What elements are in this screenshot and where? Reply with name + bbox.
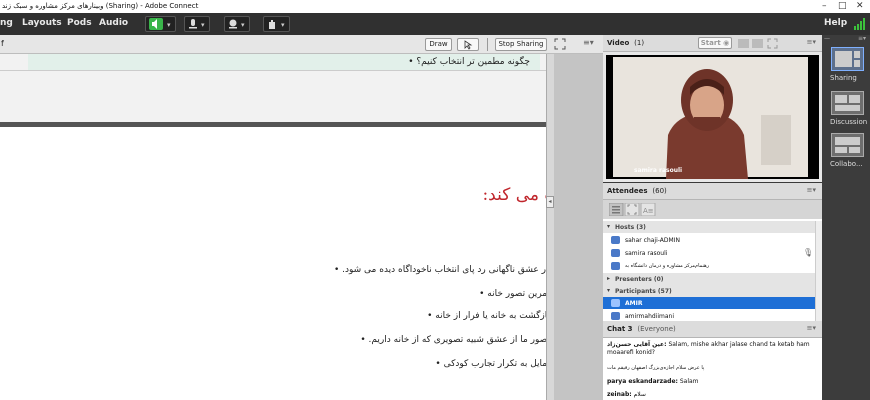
- menu-pods[interactable]: Pods: [67, 18, 92, 28]
- chat-message: parya eskandarzade: Salam: [607, 378, 699, 385]
- attendees-options-icon[interactable]: ≡▾: [807, 186, 816, 194]
- webcam-control[interactable]: ▾: [224, 16, 250, 32]
- menu-bar: ng Layouts Pods Audio ▾ ▾ ▾ ▾ Help: [0, 13, 870, 35]
- participant-icon: [611, 312, 620, 320]
- microphone-active-icon: 🎙: [803, 248, 814, 257]
- cursor-icon: [464, 40, 473, 50]
- hand-icon: ▾: [269, 20, 285, 29]
- attendees-pod-header: Attendees (60) ≡▾: [603, 183, 822, 200]
- scroll-arrow-icon[interactable]: ◂: [546, 196, 554, 208]
- attendee-view-icons[interactable]: A≡: [609, 203, 657, 216]
- video-pod-header: Video (1) Start ◉ ≡▾: [603, 35, 822, 52]
- share-gutter: [548, 54, 603, 400]
- maximize-button[interactable]: □: [838, 0, 847, 13]
- stop-sharing-button[interactable]: Stop Sharing: [495, 38, 547, 51]
- menu-meeting[interactable]: ng: [0, 18, 13, 28]
- layout-sharing[interactable]: [831, 47, 864, 71]
- slide-bullet-4: تصور ما از عشق شبیه تصویری که از خانه دا…: [360, 335, 550, 345]
- chat-message: پا عرض سلام اجازه‌ی‌بزرگ اصفهان رفیقم ما…: [607, 365, 705, 371]
- attendee-row-selected[interactable]: AMIR: [603, 297, 819, 309]
- video-pod-options-icon[interactable]: ≡▾: [807, 38, 816, 46]
- pod-options-icon[interactable]: ≡▾: [583, 38, 594, 47]
- toolbar-divider: [487, 38, 488, 51]
- hosts-group[interactable]: ▾ Hosts (3): [603, 221, 819, 233]
- menu-help[interactable]: Help: [824, 18, 847, 28]
- attendees-scrollbar[interactable]: [815, 221, 822, 321]
- video-pod-title: Video: [607, 39, 630, 47]
- share-pod-toolbar: f Draw Stop Sharing ≡▾: [0, 35, 603, 54]
- speaker-icon: ▾: [149, 18, 171, 30]
- microphone-icon: ▾: [189, 19, 205, 29]
- close-button[interactable]: ✕: [856, 0, 864, 13]
- previous-slide-bullet: چگونه مطمین تر انتخاب کنیم؟ •: [408, 57, 530, 67]
- attendee-row[interactable]: samira rasouli 🎙: [603, 247, 819, 259]
- presenter-name-label: samira rasouli: [634, 167, 683, 174]
- chat-pod-header: Chat 3 (Everyone) ≡▾: [603, 321, 822, 338]
- sharing-layout-icon: [835, 51, 860, 67]
- slide-bullet-5: تمایل به تکرار تجارب کودکی •: [435, 359, 550, 369]
- slide-bullet-2: تمرین تصور خانه •: [479, 289, 550, 299]
- video-layout-icons[interactable]: [738, 38, 778, 49]
- window-title: وبینارهای مرکز مشاوره و سبک زند (Sharing…: [2, 2, 199, 10]
- video-count: (1): [634, 39, 645, 47]
- svg-text:▾: ▾: [281, 21, 285, 29]
- share-pod-title-fragment: f: [1, 39, 4, 48]
- webcam-icon: ▾: [229, 19, 245, 29]
- layouts-bar-options-icon[interactable]: ≡▾: [858, 35, 866, 42]
- draw-button[interactable]: Draw: [425, 38, 452, 51]
- layout-collaboration-label: Collabo...: [830, 160, 863, 168]
- minimize-button[interactable]: –: [822, 0, 827, 13]
- participants-group[interactable]: ▾ Participants (57): [603, 285, 819, 297]
- layouts-bar-collapse-icon[interactable]: —: [824, 35, 830, 42]
- previous-slide-separator: [0, 70, 548, 71]
- chat-options-icon[interactable]: ≡▾: [807, 324, 816, 332]
- discussion-layout-icon: [835, 95, 860, 111]
- signal-strength-icon: [854, 18, 865, 30]
- attendee-row[interactable]: رهنمام‌مرکز مشاوره و درمان دانشگاه به: [603, 260, 819, 272]
- menu-audio[interactable]: Audio: [99, 18, 128, 28]
- participant-icon: [611, 299, 620, 307]
- start-video-button[interactable]: Start ◉: [698, 37, 732, 49]
- speaker-control[interactable]: ▾: [145, 16, 176, 32]
- presenters-group[interactable]: ▸ Presenters (0): [603, 273, 819, 285]
- host-icon: [611, 249, 620, 257]
- chat-message: عین آقایی حسن‌زاد: Salam, mishe akhar ja…: [607, 341, 810, 356]
- slide-bullet-3: بازگشت به خانه یا فرار از خانه •: [427, 311, 550, 321]
- layout-discussion-label: Discussion: [830, 118, 868, 126]
- svg-text:▾: ▾: [201, 21, 205, 29]
- layout-sharing-label: Sharing: [830, 74, 857, 82]
- pointer-button[interactable]: [457, 38, 479, 51]
- chat-message: zeinab: سلام: [607, 391, 646, 398]
- attendees-toolbar: A≡: [603, 200, 822, 219]
- layouts-bar: — ≡▾: [822, 35, 870, 400]
- microphone-control[interactable]: ▾: [184, 16, 210, 32]
- collaboration-layout-icon: [835, 137, 860, 153]
- attendees-title: Attendees: [607, 187, 648, 195]
- host-icon: [611, 236, 620, 244]
- presenter-video-image: [606, 55, 819, 179]
- raise-hand-control[interactable]: ▾: [263, 16, 290, 32]
- window-titlebar: وبینارهای مرکز مشاوره و سبک زند (Sharing…: [0, 0, 870, 13]
- svg-text:A≡: A≡: [643, 207, 654, 215]
- menu-layouts[interactable]: Layouts: [22, 18, 62, 28]
- attendee-row[interactable]: sahar chaji-ADMIN: [603, 234, 819, 246]
- webcam-feed: samira rasouli: [606, 55, 819, 179]
- chat-audience: (Everyone): [637, 325, 676, 333]
- layout-collaboration[interactable]: [831, 133, 864, 157]
- fullscreen-icon[interactable]: [554, 38, 566, 50]
- share-scrollbar[interactable]: [546, 54, 554, 400]
- svg-text:▾: ▾: [241, 21, 245, 29]
- svg-text:▾: ▾: [167, 21, 171, 29]
- slide-bullet-1: در عشق ناگهانی رد پای انتخاب ناخوداگاه د…: [333, 265, 550, 275]
- layout-discussion[interactable]: [831, 91, 864, 115]
- attendees-count: (60): [652, 187, 667, 195]
- host-icon: [611, 262, 620, 270]
- chat-title: Chat 3: [607, 325, 633, 333]
